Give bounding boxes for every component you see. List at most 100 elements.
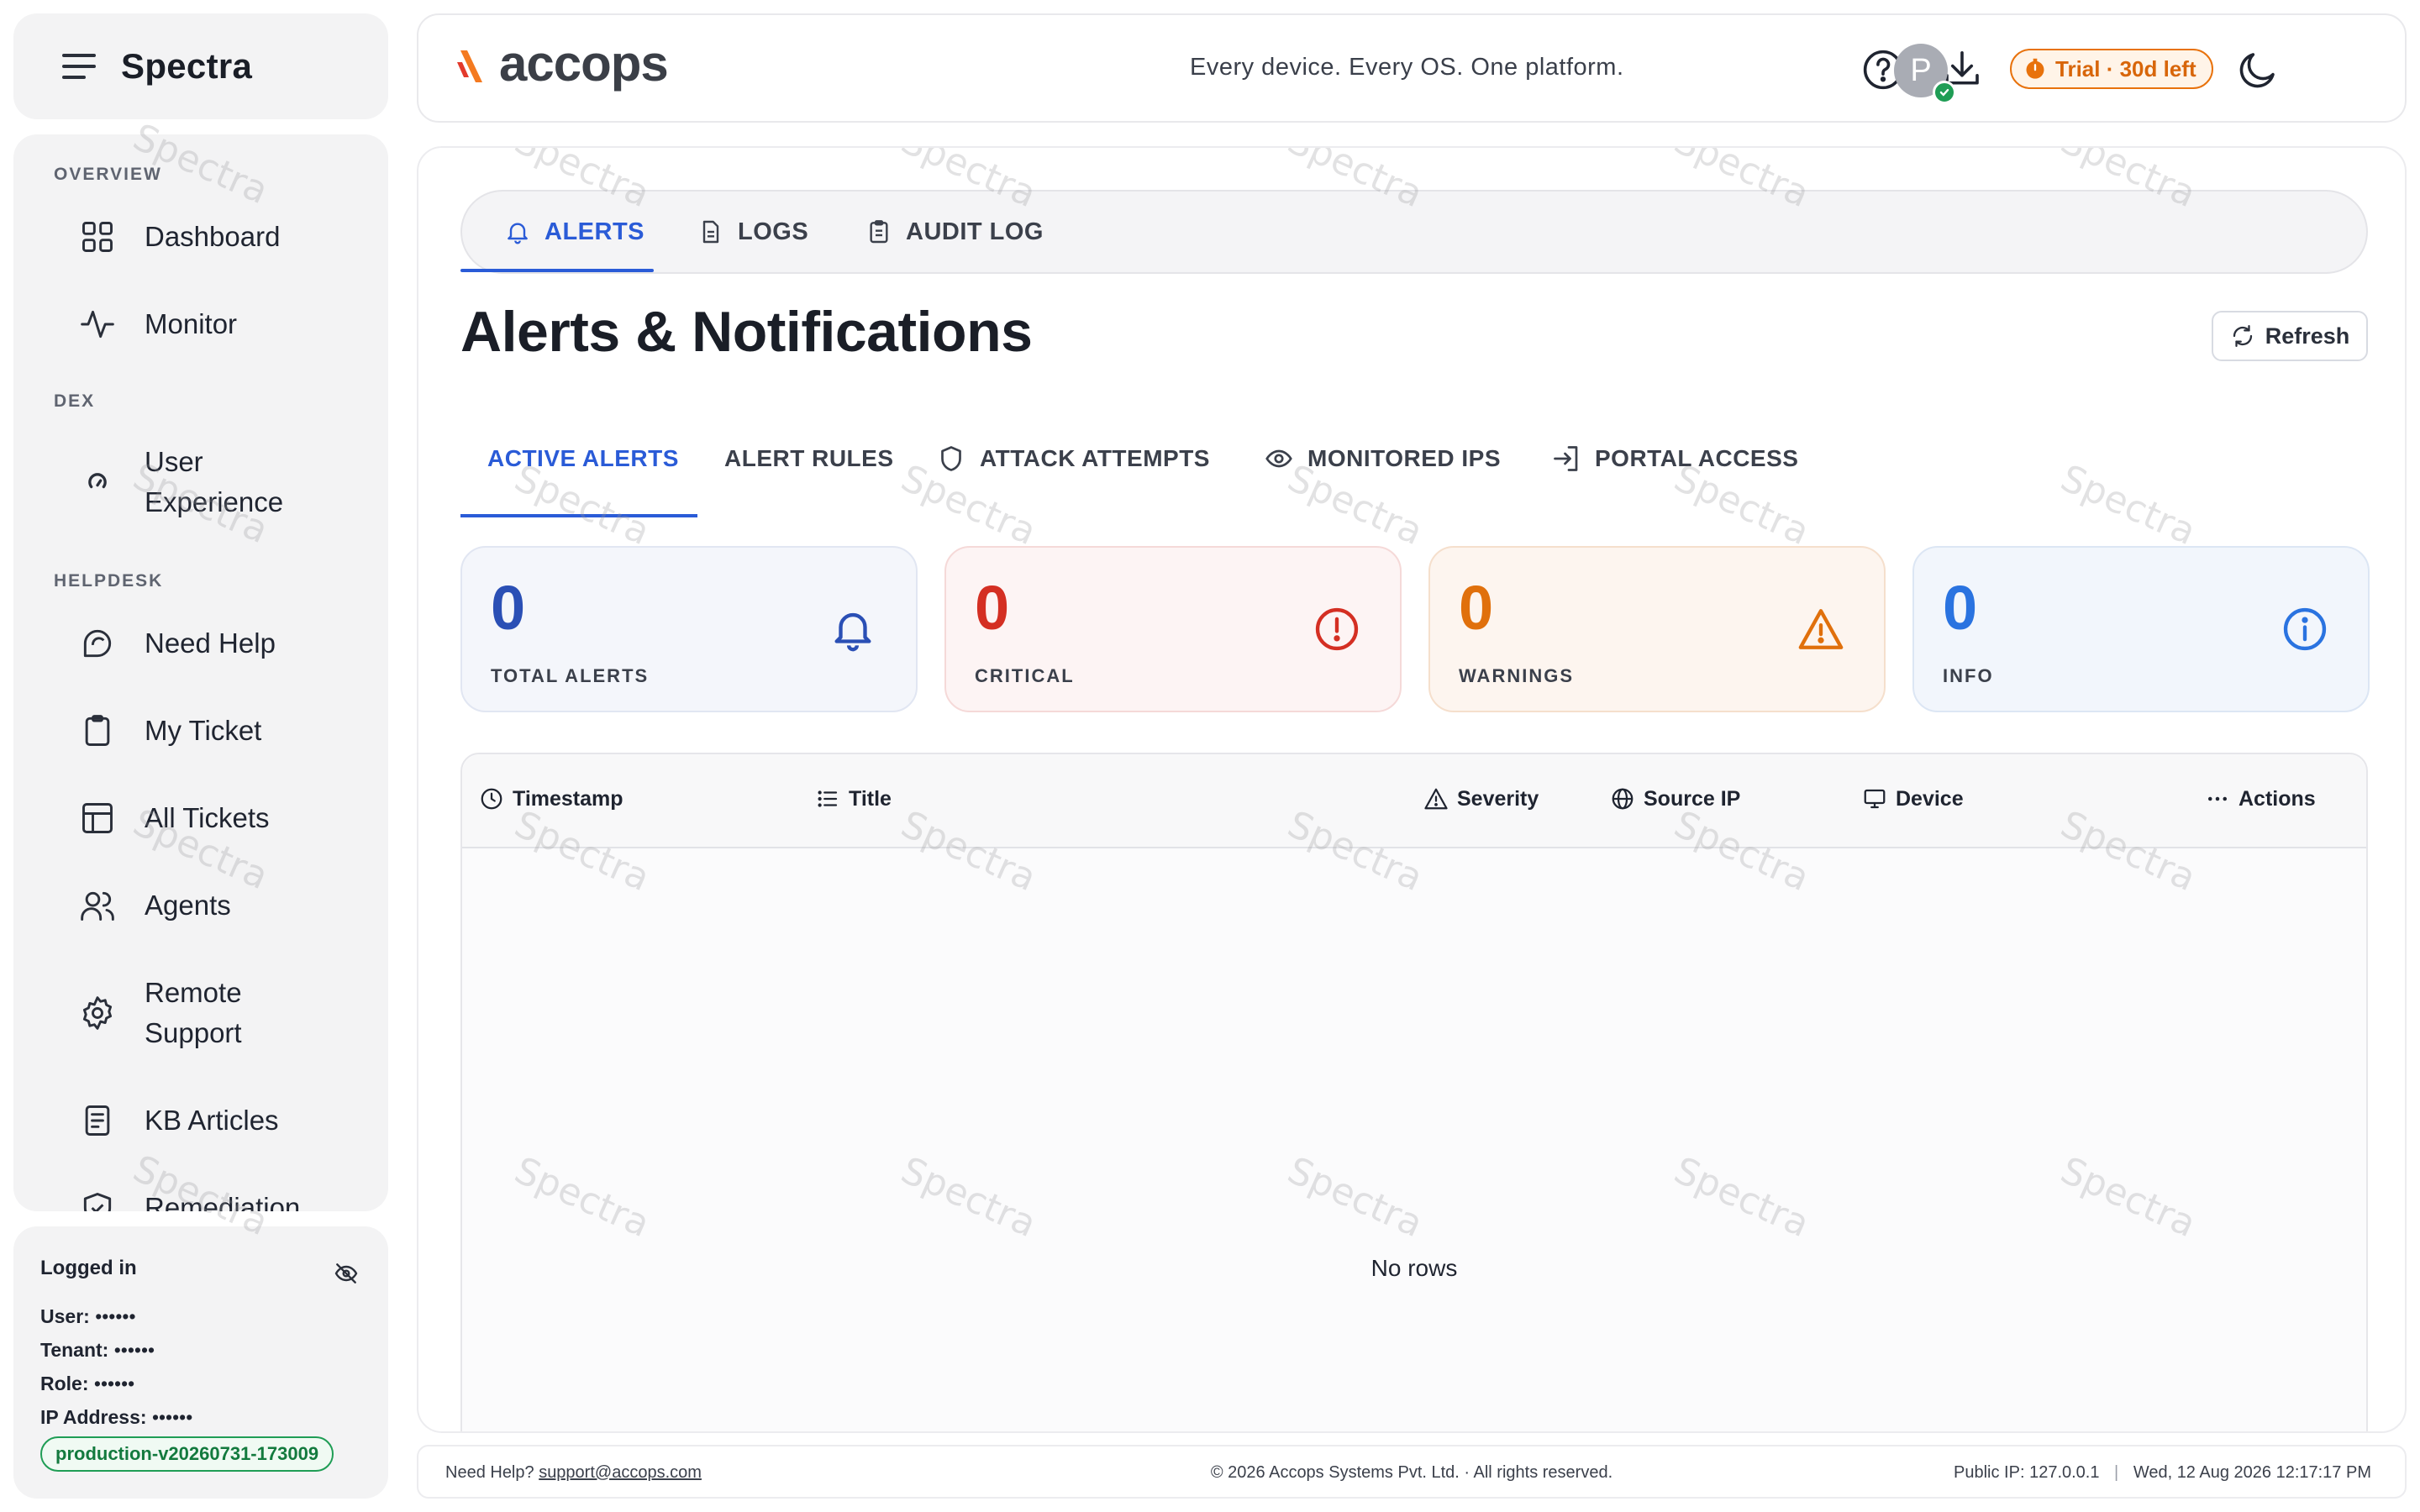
subtab-active-alerts[interactable]: ACTIVE ALERTS bbox=[487, 433, 679, 484]
sidebar-item-remediation[interactable]: Remediation bbox=[79, 1188, 365, 1211]
grid-icon bbox=[79, 218, 116, 255]
sidebar-item-label: My Ticket bbox=[145, 715, 262, 746]
section-dex: DEX bbox=[54, 391, 96, 411]
active-tab-indicator bbox=[460, 269, 654, 272]
globe-icon bbox=[1612, 788, 1634, 810]
sidebar-item-agents[interactable]: Agents bbox=[79, 885, 365, 926]
section-helpdesk: HELPDESK bbox=[54, 571, 164, 591]
stat-info: 0 INFO bbox=[1912, 546, 2370, 712]
eye-off-icon[interactable] bbox=[333, 1260, 360, 1287]
column-device[interactable]: Device bbox=[1862, 786, 1964, 811]
sidebar-item-label: All Tickets bbox=[145, 802, 270, 833]
active-subtab-indicator bbox=[460, 514, 697, 517]
stat-total-alerts: 0 TOTAL ALERTS bbox=[460, 546, 918, 712]
sidebar-item-user-experience[interactable]: User Experience bbox=[79, 442, 365, 522]
document-icon bbox=[79, 1102, 116, 1139]
app-name: Spectra bbox=[121, 46, 253, 86]
login-info-card: Logged in User: •••••• Tenant: •••••• Ro… bbox=[13, 1226, 388, 1499]
top-header: accops Every device. Every OS. One platf… bbox=[417, 13, 2407, 123]
page-title: Alerts & Notifications bbox=[460, 300, 1033, 364]
accops-logo[interactable]: accops bbox=[457, 35, 669, 92]
sidebar-item-label: User Experience bbox=[145, 446, 284, 517]
tagline: Every device. Every OS. One platform. bbox=[1190, 54, 1624, 81]
column-title[interactable]: Title bbox=[815, 786, 892, 811]
sidebar-item-label: KB Articles bbox=[145, 1105, 279, 1136]
tab-audit-log[interactable]: AUDIT LOG bbox=[865, 192, 1044, 272]
gear-icon bbox=[79, 995, 116, 1032]
sidebar-item-need-help[interactable]: Need Help bbox=[79, 623, 365, 664]
subtab-attack-attempts[interactable]: ATTACK ATTEMPTS bbox=[936, 433, 1210, 484]
refresh-icon bbox=[2233, 325, 2252, 347]
list-icon bbox=[818, 790, 838, 807]
warning-icon bbox=[1424, 788, 1448, 810]
gauge-icon bbox=[79, 464, 116, 501]
sidebar-item-monitor[interactable]: Monitor bbox=[79, 304, 365, 344]
trial-badge[interactable]: Trial · 30d left bbox=[2010, 49, 2213, 89]
column-actions[interactable]: Actions bbox=[2205, 786, 2316, 811]
file-icon bbox=[702, 220, 719, 244]
moon-icon[interactable] bbox=[2235, 47, 2281, 92]
menu-icon[interactable] bbox=[62, 54, 96, 79]
shield-icon bbox=[941, 446, 961, 471]
sidebar-item-label: Remediation bbox=[145, 1192, 301, 1211]
sidebar-item-dashboard[interactable]: Dashboard bbox=[79, 217, 365, 257]
chat-icon bbox=[79, 625, 116, 662]
sidebar-item-label: Remote Support bbox=[145, 977, 242, 1048]
watermark: Spectra bbox=[2054, 456, 2202, 554]
stat-warnings: 0 WARNINGS bbox=[1428, 546, 1886, 712]
subtab-portal-access[interactable]: PORTAL ACCESS bbox=[1551, 433, 1798, 484]
online-status-icon bbox=[1933, 81, 1956, 104]
warning-icon bbox=[1798, 609, 1844, 649]
table-header: Timestamp Title Severity Source IP Devic… bbox=[462, 754, 2366, 848]
clipboard-icon bbox=[79, 712, 116, 749]
alerts-panel: ALERTS LOGS AUDIT LOG Alerts & Notificat… bbox=[417, 146, 2407, 1433]
shield-check-icon bbox=[79, 1189, 116, 1211]
sidebar-item-label: Need Help bbox=[145, 627, 276, 659]
top-tab-bar: ALERTS LOGS AUDIT LOG bbox=[460, 190, 2368, 274]
sidebar-item-all-tickets[interactable]: All Tickets bbox=[79, 798, 365, 838]
accops-logo-icon bbox=[457, 50, 482, 82]
sidebar-nav: OVERVIEW Dashboard Monitor DEX User Expe… bbox=[13, 134, 388, 1211]
section-overview: OVERVIEW bbox=[54, 165, 162, 184]
version-badge: production-v20260731-173009 bbox=[40, 1436, 334, 1472]
stat-critical: 0 CRITICAL bbox=[944, 546, 1402, 712]
monitor-icon bbox=[1864, 789, 1886, 809]
trial-text: Trial · 30d left bbox=[2055, 55, 2196, 81]
sidebar-item-label: Dashboard bbox=[145, 221, 281, 252]
column-source-ip[interactable]: Source IP bbox=[1610, 786, 1740, 811]
sidebar-item-label: Agents bbox=[145, 890, 231, 921]
more-horizontal-icon bbox=[2208, 796, 2227, 801]
column-timestamp[interactable]: Timestamp bbox=[479, 786, 623, 811]
login-tenant: Tenant: •••••• bbox=[40, 1339, 155, 1361]
footer-status: Public IP: 127.0.0.1 | Wed, 12 Aug 2026 … bbox=[1954, 1463, 2371, 1482]
timer-icon bbox=[2026, 58, 2044, 79]
sidebar-item-remote-support[interactable]: Remote Support bbox=[79, 973, 365, 1053]
subtab-monitored-ips[interactable]: MONITORED IPS bbox=[1264, 433, 1501, 484]
login-icon bbox=[1554, 446, 1578, 471]
sidebar-brand: Spectra bbox=[13, 13, 388, 119]
bell-icon bbox=[834, 612, 871, 652]
table-icon bbox=[79, 800, 116, 837]
column-severity[interactable]: Severity bbox=[1423, 786, 1539, 811]
sidebar-item-label: Monitor bbox=[145, 308, 238, 339]
login-user: User: •••••• bbox=[40, 1305, 136, 1327]
tab-alerts[interactable]: ALERTS bbox=[504, 192, 644, 272]
tab-logs[interactable]: LOGS bbox=[697, 192, 808, 272]
users-icon bbox=[79, 887, 116, 924]
alert-circle-icon bbox=[1315, 607, 1359, 651]
clock-icon bbox=[481, 788, 502, 810]
bell-icon bbox=[508, 223, 528, 244]
logo-text: accops bbox=[499, 35, 669, 92]
alerts-table: Timestamp Title Severity Source IP Devic… bbox=[460, 753, 2368, 1431]
activity-icon bbox=[79, 306, 116, 343]
clipboard-list-icon bbox=[870, 220, 888, 244]
sidebar-item-my-ticket[interactable]: My Ticket bbox=[79, 711, 365, 751]
subtab-alert-rules[interactable]: ALERT RULES bbox=[724, 433, 894, 484]
eye-icon bbox=[1265, 449, 1292, 468]
login-title: Logged in bbox=[40, 1257, 137, 1279]
info-icon bbox=[2283, 607, 2327, 651]
footer: Need Help? support@accops.com © 2026 Acc… bbox=[417, 1445, 2407, 1499]
empty-table-message: No rows bbox=[1370, 1255, 1458, 1281]
sidebar-item-kb-articles[interactable]: KB Articles bbox=[79, 1100, 365, 1141]
refresh-button[interactable]: Refresh bbox=[2212, 311, 2368, 361]
